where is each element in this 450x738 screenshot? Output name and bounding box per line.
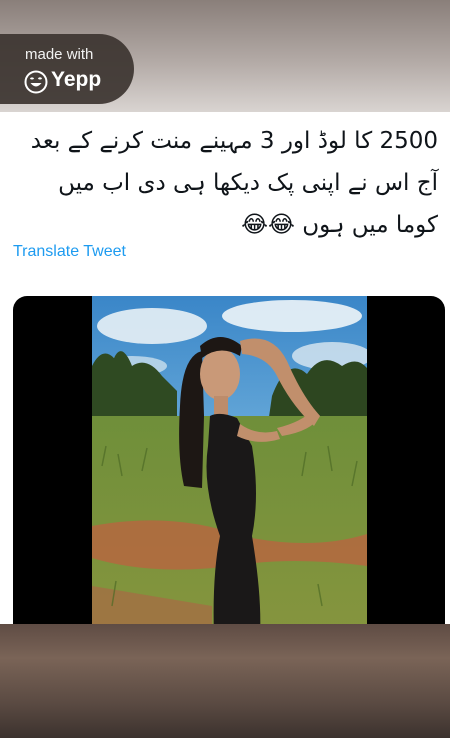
tweet-card: 2500 کا لوڈ اور 3 مہینے منت کرنے کے بعد … [0, 112, 450, 636]
photo-illustration [92, 296, 367, 636]
yepp-watermark: made with Yepp [0, 34, 134, 104]
tweet-line-2: آج اس نے اپنی پک دیکھا ہی دی اب میں [58, 170, 438, 196]
tweet-photo[interactable] [92, 296, 367, 636]
watermark-made-with: made with [25, 46, 94, 63]
blurred-bottom-background [0, 624, 450, 738]
translate-tweet-link[interactable]: Translate Tweet [13, 243, 126, 261]
tweet-media[interactable] [13, 296, 445, 636]
laughing-face-icon [24, 70, 48, 94]
tweet-text: 2500 کا لوڈ اور 3 مہینے منت کرنے کے بعد … [18, 120, 438, 246]
tweet-line-1: 2500 کا لوڈ اور 3 مہینے منت کرنے کے بعد [30, 128, 438, 154]
watermark-brand: Yepp [51, 68, 102, 91]
tweet-line-3: کوما میں ہوں 😂😂 [241, 212, 438, 238]
